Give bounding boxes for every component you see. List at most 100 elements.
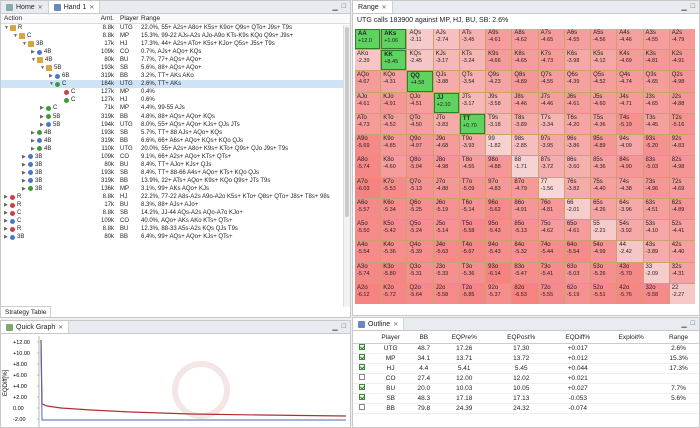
hand-cell[interactable]: QQ +4.58 [407,71,433,92]
maximize-icon[interactable]: □ [342,3,346,11]
outline-col-exploit[interactable]: Exploit% [604,333,659,344]
hand-cell[interactable]: K8o -4.60 [381,156,407,177]
tree-row[interactable]: ▶ 3B 80k BU 8.4%, TT+ AJo+ KJs+ QJs [1,161,350,169]
hand-cell[interactable]: Q9s -4.23 [486,71,512,92]
hand-cell[interactable]: A9o -5.69 [355,135,381,156]
tree-row[interactable]: ▶ 5B 319k BB 4.8%, 88+ AQs+ AQo+ KQs [1,113,350,121]
tab-strategy-table[interactable]: Strategy Table [1,306,52,317]
hand-cell[interactable]: AA +12.0 [355,29,381,50]
hand-cell[interactable]: K7o -5.53 [381,177,407,198]
outline-col-range[interactable]: Range [658,333,699,344]
outline-row[interactable]: BB 79.8 24.39 24.32 -0.074 [353,403,699,414]
tree-row[interactable]: ▼ C 184k UTG 2.6%, TT+ AKs [1,80,350,89]
hand-cell[interactable]: 86s -3.60 [564,156,591,177]
hand-cell[interactable]: 63o -5.03 [564,262,591,283]
outline-col-eqpre[interactable]: EQPre% [437,333,492,344]
hand-cell[interactable]: 85s -4.36 [591,156,617,177]
hand-cell[interactable]: 63s -4.51 [643,198,669,220]
hand-cell[interactable]: A2s -4.79 [669,29,695,50]
outline-row[interactable]: UTG 48.7 17.26 17.30 +0.017 2.6% [353,343,699,354]
tree-row[interactable]: ▼ C 8.8k MP 15.3%, 99-22 AJs-A2s AJo-A9o KTs… [1,32,350,40]
hand-cell[interactable]: J5o -5.14 [433,220,459,241]
hand-cell[interactable]: A5s -4.56 [591,29,617,50]
hand-cell[interactable]: T5s -4.36 [591,113,617,135]
hand-cell[interactable]: 93o -6.14 [486,262,512,283]
outline-col-eqdiff[interactable]: EQDiff% [551,333,605,344]
hand-cell[interactable]: 33 -2.09 [643,262,669,283]
tree-row[interactable]: ▶ 3B 319k BB 13.9%, 22+ ATs+ AQo+ K9s+ KQo Q… [1,177,350,185]
outline-col-player[interactable]: Player [371,333,411,344]
hand-cell[interactable]: T3o -5.36 [459,262,486,283]
hand-cell[interactable]: K3o -5.80 [381,262,407,283]
hand-cell[interactable]: 92o -5.37 [486,283,512,304]
tree-row[interactable]: ▶ 3B 193k SB 8.4%, TT+ 88-66 A4s+ AQo+ KTs+ … [1,169,350,177]
tree-row[interactable]: ▶ 4B 109k CO 0.7%, AJs+ AQo+ KQs [1,48,350,56]
hand-cell[interactable]: 83o -5.47 [512,262,538,283]
hand-cell[interactable]: K8s -4.65 [512,50,538,71]
hand-cell[interactable]: AQs -2.11 [407,29,433,50]
hand-cell[interactable]: Q3o -5.31 [407,262,433,283]
hand-cell[interactable]: K6o -5.34 [381,198,407,220]
tree-row[interactable]: ▶ 3B 80k BB 6.4%, 99+ AQs+ AQo+ KJs+ QTs+ [1,233,350,241]
hand-cell[interactable]: K2s -4.91 [669,50,695,71]
player-checkbox[interactable] [359,394,365,400]
tree-row[interactable]: ▶ 3B 109k CO 9.1%, 66+ A2s+ AQo+ KTs+ QTs+ [1,153,350,161]
tree-row[interactable]: ▶ 5B 194k UTG 8.0%, 55+ AQs+ AQo+ KJs+ QJs J… [1,121,350,129]
hand-cell[interactable]: T3s -4.45 [643,113,669,135]
hand-cell[interactable]: A3o -5.74 [355,262,381,283]
hand-cell[interactable]: KTo -4.52 [381,113,407,135]
hand-cell[interactable]: Q2o -5.64 [407,283,433,304]
hand-cell[interactable]: 76s -3.82 [564,177,591,198]
hand-cell[interactable]: Q4o -5.39 [407,241,433,262]
hand-cell[interactable]: K4o -5.36 [381,241,407,262]
hand-cell[interactable]: 97s -3.95 [538,135,564,156]
scroll-thumb[interactable] [345,27,349,217]
hand-cell[interactable]: A4s -4.46 [617,29,643,50]
hand-cell[interactable]: Q5s -4.52 [591,71,617,92]
hand-cell[interactable]: 82s -4.98 [669,156,695,177]
hand-cell[interactable]: KQo -4.31 [381,71,407,92]
hand-cell[interactable]: ATs -3.45 [459,29,486,50]
hand-cell[interactable]: A6s -4.55 [564,29,591,50]
hand-cell[interactable]: 64o -5.54 [564,241,591,262]
hand-cell[interactable]: Q3s -4.65 [643,71,669,92]
outline-row[interactable]: HJ 4.4 5.41 5.45 +0.044 17.3% [353,363,699,374]
hand-cell[interactable]: 94o -5.43 [486,241,512,262]
outline-col-eqpost[interactable]: EQPost% [491,333,552,344]
player-checkbox[interactable] [359,354,365,360]
hand-cell[interactable]: J4s -4.71 [617,92,643,113]
tab-range[interactable]: Range ✕ [353,1,695,304]
close-icon[interactable]: ✕ [393,321,398,328]
close-icon[interactable]: ✕ [382,4,387,11]
outline-row[interactable]: SB 48.3 17.18 17.13 -0.053 5.6% [353,393,699,404]
hand-cell[interactable]: 97o -4.83 [486,177,512,198]
hand-cell[interactable]: K2o -5.72 [381,283,407,304]
tree-scrollbar[interactable] [343,25,350,307]
hand-cell[interactable]: J6s -4.61 [564,92,591,113]
hand-cell[interactable]: J7s -4.46 [538,92,564,113]
hand-cell[interactable]: 43s -3.89 [643,241,669,262]
tree-row[interactable]: C 127k HJ 0.6% [1,96,350,104]
tree-row[interactable]: C 127k MP 0.4% [1,88,350,96]
hand-cell[interactable]: JTo -3.83 [433,113,459,135]
tab-home[interactable]: Home ✕ [1,1,49,13]
hand-cell[interactable]: 92s -4.83 [669,135,695,156]
hand-cell[interactable]: 74o -5.44 [538,241,564,262]
hand-cell[interactable]: K3s -4.81 [643,50,669,71]
player-checkbox[interactable] [359,344,365,350]
hand-cell[interactable]: J2o -5.58 [433,283,459,304]
hand-cell[interactable]: 93s -5.20 [643,135,669,156]
hand-cell[interactable]: A7o -6.03 [355,177,381,198]
hand-cell[interactable]: 95s -4.89 [591,135,617,156]
hand-cell[interactable]: QJo -4.51 [407,92,433,113]
hand-cell[interactable]: 94s -4.09 [617,135,643,156]
hand-cell[interactable]: AQo -4.67 [355,71,381,92]
hand-cell[interactable]: J8s -4.46 [512,92,538,113]
hand-cell[interactable]: ATo -4.73 [355,113,381,135]
hand-cell[interactable]: 84o -5.32 [512,241,538,262]
hand-cell[interactable]: JTs -3.17 [459,92,486,113]
hand-cell[interactable]: 22 -2.27 [669,283,695,304]
hand-cell[interactable]: AJo -4.61 [355,92,381,113]
hand-cell[interactable]: 52s -4.41 [669,220,695,241]
outline-row[interactable]: CO 27.4 12.00 12.02 +0.021 [353,373,699,384]
